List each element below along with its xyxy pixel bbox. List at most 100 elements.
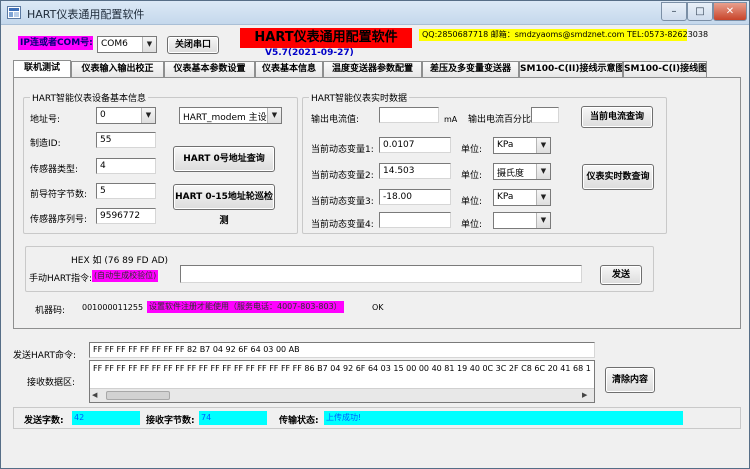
variable-1-unit-label: 单位:: [461, 145, 483, 155]
poll-address-button[interactable]: HART 0-15地址轮巡检测: [173, 184, 275, 226]
variable-3-unit-select[interactable]: KPa ▼: [493, 189, 551, 206]
manual-command-field[interactable]: [180, 265, 582, 283]
variable-3-label: 当前动态变量3:: [311, 197, 374, 207]
device-info-title: HART智能仪表设备基本信息: [30, 91, 149, 104]
receive-label: 接收数据区:: [27, 378, 76, 388]
preamble-field[interactable]: 5: [96, 183, 156, 199]
send-bytes-value: 42: [72, 411, 140, 425]
variable-4-label: 当前动态变量4:: [311, 220, 374, 230]
variable-2-field[interactable]: 14.503: [379, 163, 451, 179]
variable-1-field[interactable]: 0.0107: [379, 137, 451, 153]
serial-label: 传感器序列号:: [30, 215, 88, 225]
minimize-button[interactable]: –: [661, 2, 687, 21]
scroll-right-icon[interactable]: ▶: [582, 391, 587, 399]
send-command-field[interactable]: FF FF FF FF FF FF FF FF 82 B7 04 92 6F 6…: [89, 342, 595, 358]
machine-code-label: 机器码:: [35, 306, 66, 316]
device-info-group: HART智能仪表设备基本信息 地址号: 0 ▼ HART_modem 主设备Ⅱ …: [23, 91, 298, 234]
chevron-down-icon: ▼: [536, 213, 550, 228]
percent-label: 输出电流百分比:: [468, 115, 535, 125]
variable-3-unit-label: 单位:: [461, 197, 483, 207]
recv-bytes-value: 74: [199, 411, 267, 425]
variable-3-field[interactable]: -18.00: [379, 189, 451, 205]
machine-code-value: 001000011255: [82, 303, 144, 312]
clear-content-button[interactable]: 清除内容: [605, 367, 655, 393]
tab-basic-params[interactable]: 仪表基本参数设置: [164, 61, 255, 78]
manual-command-label: 手动HART指令:: [29, 274, 93, 284]
tab-basic-info[interactable]: 仪表基本信息: [255, 61, 323, 78]
hex-hint: HEX 如 (76 89 FD AD): [71, 256, 169, 266]
scroll-left-icon[interactable]: ◀: [92, 391, 97, 399]
tab-sm100-c1-wiring[interactable]: SM100-C(I)接线图): [623, 61, 707, 78]
chevron-down-icon: ▼: [536, 138, 550, 153]
address-select[interactable]: 0 ▼: [96, 107, 156, 124]
sensor-type-field[interactable]: 4: [96, 158, 156, 174]
tab-differential-pressure[interactable]: 差压及多变量变送器: [422, 61, 519, 78]
tab-sm100-c2-wiring[interactable]: SM100-C(II)接线示意图: [519, 61, 623, 78]
serial-field[interactable]: 9596772: [96, 208, 156, 224]
query-address0-button[interactable]: HART 0号地址查询: [173, 146, 275, 172]
contact-info: QQ:2850687718 邮箱：smdzyaoms@smdznet.com T…: [419, 29, 708, 41]
close-window-button[interactable]: ✕: [713, 2, 747, 21]
variable-4-unit-select[interactable]: ▼: [493, 212, 551, 229]
variable-2-unit-value: 摄氏度: [497, 169, 525, 179]
manufacturer-label: 制造ID:: [30, 139, 61, 149]
scrollbar-thumb[interactable]: [106, 391, 170, 400]
query-current-button[interactable]: 当前电流查询: [581, 106, 653, 128]
com-port-select[interactable]: COM6 ▼: [97, 36, 157, 53]
chevron-down-icon: ▼: [536, 164, 550, 179]
tab-temperature-config[interactable]: 温度变送器参数配置: [323, 61, 422, 78]
tab-panel-online-test: HART智能仪表设备基本信息 地址号: 0 ▼ HART_modem 主设备Ⅱ …: [13, 77, 741, 329]
chevron-down-icon: ▼: [141, 108, 155, 123]
variable-4-unit-label: 单位:: [461, 220, 483, 230]
variable-4-field[interactable]: [379, 212, 451, 228]
variable-1-unit-value: KPa: [497, 140, 514, 150]
app-title-banner: HART仪表通用配置软件: [240, 28, 412, 48]
auto-checksum-note: (自动生成校验位): [92, 270, 159, 282]
variable-2-unit-select[interactable]: 摄氏度 ▼: [493, 163, 551, 180]
title-bar: HART仪表通用配置软件 – □ ✕: [1, 1, 749, 25]
preamble-label: 前导符字节数:: [30, 190, 88, 200]
modem-select[interactable]: HART_modem 主设备Ⅱ ▼: [179, 107, 282, 124]
send-bytes-label: 发送字数:: [24, 416, 64, 426]
variable-2-unit-label: 单位:: [461, 171, 483, 181]
variable-1-label: 当前动态变量1:: [311, 145, 374, 155]
manufacturer-field[interactable]: 55: [96, 132, 156, 148]
variable-2-label: 当前动态变量2:: [311, 171, 374, 181]
current-label: 输出电流值:: [311, 115, 360, 125]
modem-value: HART_modem 主设备Ⅱ: [183, 113, 281, 123]
transfer-status-value: 上传成功!: [324, 411, 683, 425]
recv-bytes-label: 接收字节数:: [146, 416, 195, 426]
realtime-group: HART智能仪表实时数据 输出电流值: mA 输出电流百分比: 当前动态变量1:…: [302, 91, 667, 234]
receive-area[interactable]: FF FF FF FF FF FF FF FF FF FF FF FF FF F…: [89, 360, 595, 403]
sensor-type-label: 传感器类型:: [30, 165, 79, 175]
query-realtime-button[interactable]: 仪表实时数查询: [582, 164, 654, 190]
realtime-title: HART智能仪表实时数据: [309, 91, 410, 104]
current-field[interactable]: [379, 107, 439, 123]
chevron-down-icon: ▼: [142, 37, 156, 52]
ip-com-label: IP连或者COM号:: [18, 36, 93, 50]
current-unit: mA: [444, 115, 458, 124]
send-button[interactable]: 发送: [600, 265, 642, 285]
chevron-down-icon: ▼: [267, 108, 281, 123]
address-label: 地址号:: [30, 115, 61, 125]
transfer-status-label: 传输状态:: [279, 416, 319, 426]
maximize-button[interactable]: □: [687, 2, 713, 21]
chevron-down-icon: ▼: [536, 190, 550, 205]
close-port-button[interactable]: 关闭串口: [167, 36, 219, 54]
com-port-value: COM6: [101, 39, 128, 49]
variable-3-unit-value: KPa: [497, 192, 514, 202]
version-label: V5.7(2021-09-27): [265, 48, 354, 58]
window-title: HART仪表通用配置软件: [27, 8, 145, 21]
receive-text: FF FF FF FF FF FF FF FF FF FF FF FF FF F…: [93, 364, 591, 373]
horizontal-scrollbar[interactable]: ◀ ▶: [90, 388, 594, 402]
app-icon: [7, 6, 21, 19]
status-bar: 发送字数: 42 接收字节数: 74 传输状态: 上传成功!: [13, 407, 741, 429]
app-window: HART仪表通用配置软件 – □ ✕ IP连或者COM号: COM6 ▼ 关闭串…: [0, 0, 750, 469]
percent-field[interactable]: [531, 107, 559, 123]
manual-command-group: HEX 如 (76 89 FD AD) 手动HART指令: (自动生成校验位) …: [25, 246, 654, 292]
register-note: 设置软件注册才能使用（服务电话：4007-803-803）: [147, 301, 344, 313]
send-command-label: 发送HART命令:: [13, 351, 77, 361]
address-value: 0: [100, 110, 106, 120]
variable-1-unit-select[interactable]: KPa ▼: [493, 137, 551, 154]
tab-io-calibration[interactable]: 仪表输入输出校正: [71, 61, 164, 78]
